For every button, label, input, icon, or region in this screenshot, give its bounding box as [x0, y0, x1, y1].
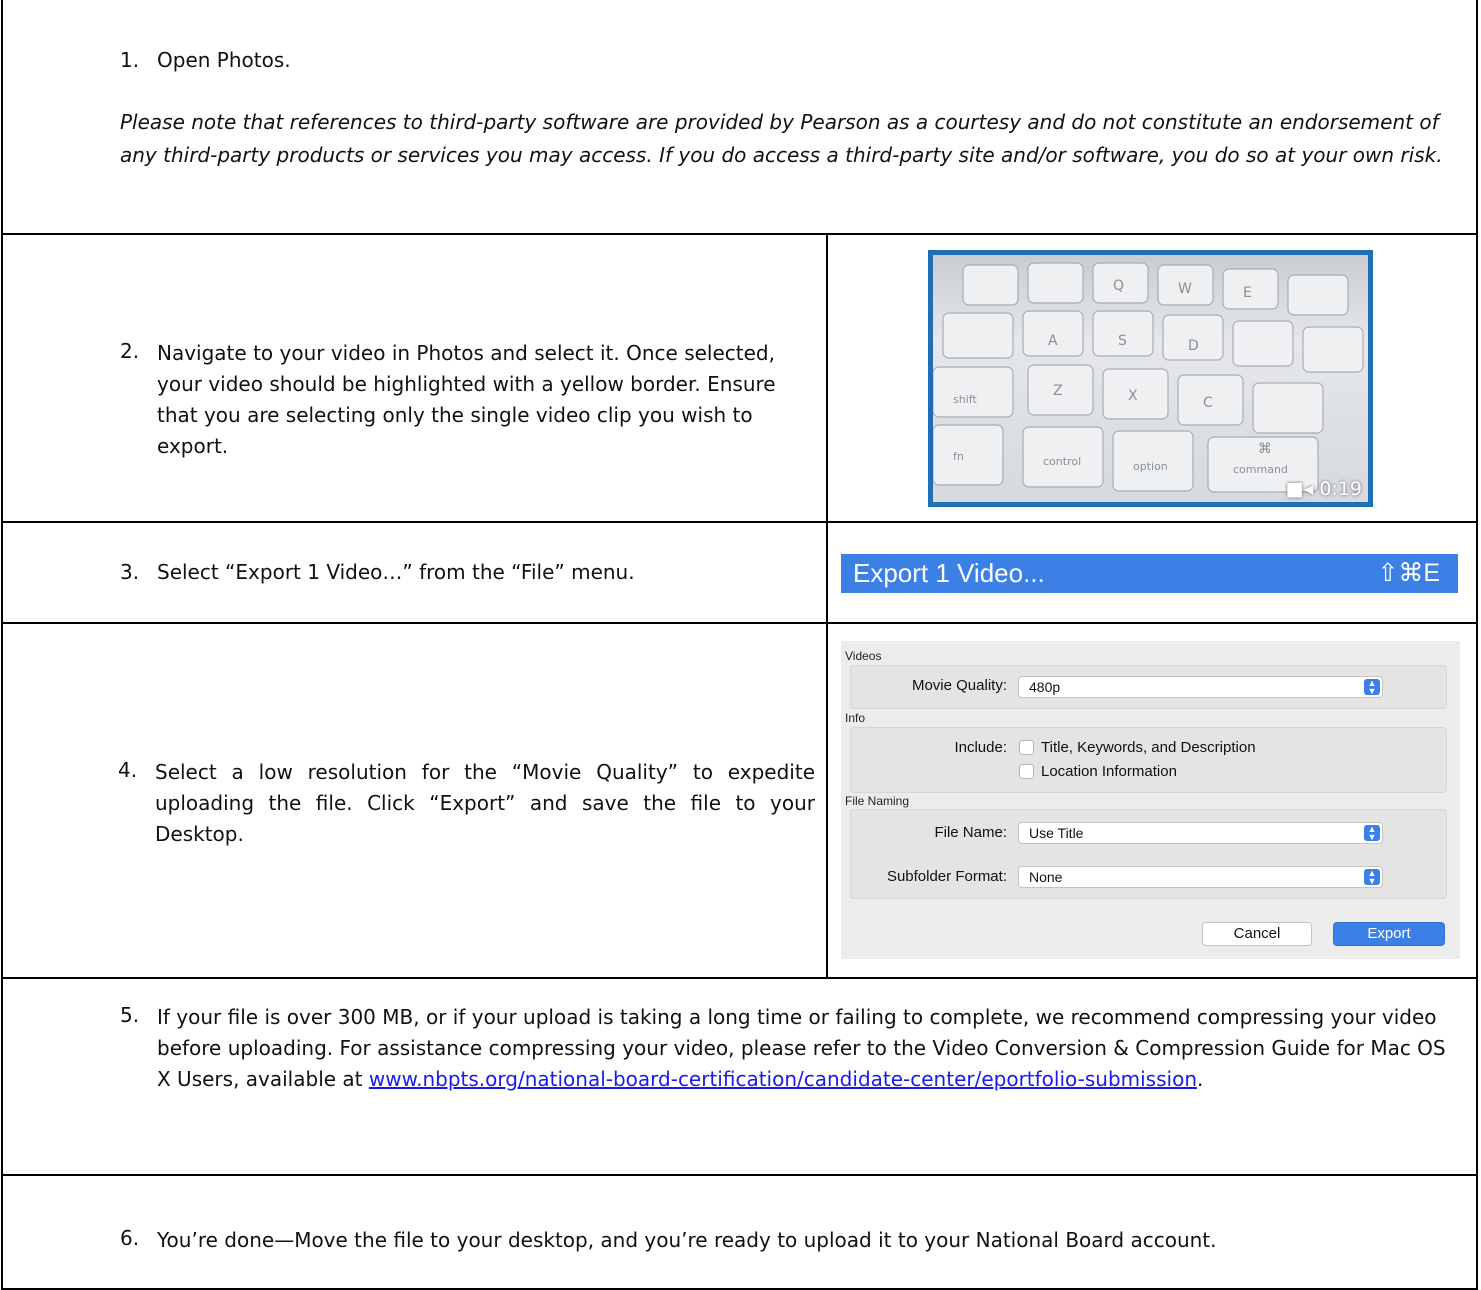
menu-item-label: Export 1 Video... — [853, 558, 1045, 588]
key-label-e: E — [1243, 285, 1252, 301]
title-keywords-label: Title, Keywords, and Description — [1041, 739, 1256, 756]
key-label-fn: fn — [953, 450, 964, 463]
step-number: 6. — [120, 1226, 140, 1250]
include-label: Include: — [954, 739, 1007, 756]
section-file-naming: File Naming — [845, 794, 910, 808]
column-divider — [826, 523, 828, 622]
link-trailing-punctuation: . — [1197, 1067, 1204, 1091]
cancel-button[interactable]: Cancel — [1202, 922, 1312, 946]
third-party-note: Please note that references to third-par… — [120, 110, 1443, 167]
section-videos: Videos — [845, 649, 882, 663]
subfolder-format-label: Subfolder Format: — [886, 868, 1007, 885]
step-text: Navigate to your video in Photos and sel… — [157, 341, 776, 458]
key-label-command: command — [1233, 463, 1288, 476]
section-info: Info — [845, 711, 866, 725]
step-1-row: 1. Open Photos. Please note that referen… — [3, 0, 1476, 235]
step-text: Select “Export 1 Video…” from the “File”… — [157, 560, 635, 584]
file-naming-box: File Name: Use Title ▲ ▼ Subfolder Format… — [850, 809, 1447, 899]
key-label-shift: shift — [953, 393, 977, 406]
videos-box: Movie Quality: 480p ▲ ▼ — [850, 665, 1447, 709]
key-label-x: X — [1128, 388, 1138, 404]
key-label-option: option — [1133, 460, 1168, 473]
key-label-a: A — [1048, 333, 1058, 349]
export-button[interactable]: Export — [1333, 922, 1445, 946]
movie-quality-select[interactable]: 480p ▲ ▼ — [1018, 676, 1383, 698]
movie-quality-label: Movie Quality: — [911, 677, 1007, 694]
export-dialog: Videos Movie Quality: 480p ▲ ▼ Info Inclu… — [841, 641, 1460, 959]
export-menu-item[interactable]: Export 1 Video... ⇧⌘E — [841, 554, 1458, 593]
subfolder-format-select[interactable]: None ▲ ▼ — [1018, 866, 1383, 888]
keyboard-photo-icon: shift fn control option command Z X C A … — [933, 262, 1364, 493]
chevron-updown-icon: ▲ ▼ — [1364, 679, 1380, 696]
location-info-checkbox[interactable] — [1019, 764, 1034, 779]
video-camera-icon: ■◂ — [1285, 478, 1314, 500]
key-label-d: D — [1188, 338, 1199, 354]
step-number: 4. — [118, 758, 138, 782]
column-divider — [826, 624, 828, 977]
key-label-s: S — [1118, 333, 1127, 349]
step-number: 1. — [120, 48, 140, 72]
step-text-wrap: If your file is over 300 MB, or if your … — [157, 1002, 1447, 1095]
key-label-q: Q — [1113, 278, 1124, 294]
menu-item-shortcut: ⇧⌘E — [1377, 559, 1440, 587]
file-name-value: Use Title — [1029, 825, 1084, 841]
step-number: 3. — [120, 560, 140, 584]
video-thumbnail[interactable]: shift fn control option command Z X C A … — [928, 250, 1373, 507]
key-label-control: control — [1043, 455, 1081, 468]
nbpts-link[interactable]: www.nbpts.org/national-board-certificati… — [369, 1067, 1197, 1091]
chevron-updown-icon: ▲ ▼ — [1364, 869, 1380, 886]
step-6-row: 6. You’re done—Move the file to your des… — [3, 1176, 1476, 1290]
file-name-label: File Name: — [934, 824, 1007, 841]
location-info-label: Location Information — [1041, 763, 1177, 780]
step-text: Open Photos. — [157, 48, 291, 72]
step-text: Select a low resolution for the “Movie Q… — [155, 760, 815, 846]
step-number: 2. — [120, 339, 140, 363]
movie-quality-value: 480p — [1029, 679, 1061, 695]
file-name-select[interactable]: Use Title ▲ ▼ — [1018, 822, 1383, 844]
subfolder-format-value: None — [1029, 869, 1063, 885]
key-label-z: Z — [1053, 383, 1063, 399]
duration-text: 0:19 — [1319, 478, 1362, 500]
step-5-row: 5. If your file is over 300 MB, or if yo… — [3, 979, 1476, 1176]
step-text: You’re done—Move the file to your deskto… — [157, 1228, 1217, 1252]
info-box: Include: Title, Keywords, and Descriptio… — [850, 727, 1447, 793]
video-duration: ■◂ 0:19 — [1286, 478, 1362, 500]
chevron-updown-icon: ▲ ▼ — [1364, 825, 1380, 842]
column-divider — [826, 235, 828, 521]
step-number: 5. — [120, 1003, 140, 1027]
title-keywords-checkbox[interactable] — [1019, 740, 1034, 755]
key-label-cmd-symbol: ⌘ — [1258, 441, 1272, 457]
key-label-c: C — [1203, 395, 1213, 411]
key-label-w: W — [1178, 281, 1192, 297]
